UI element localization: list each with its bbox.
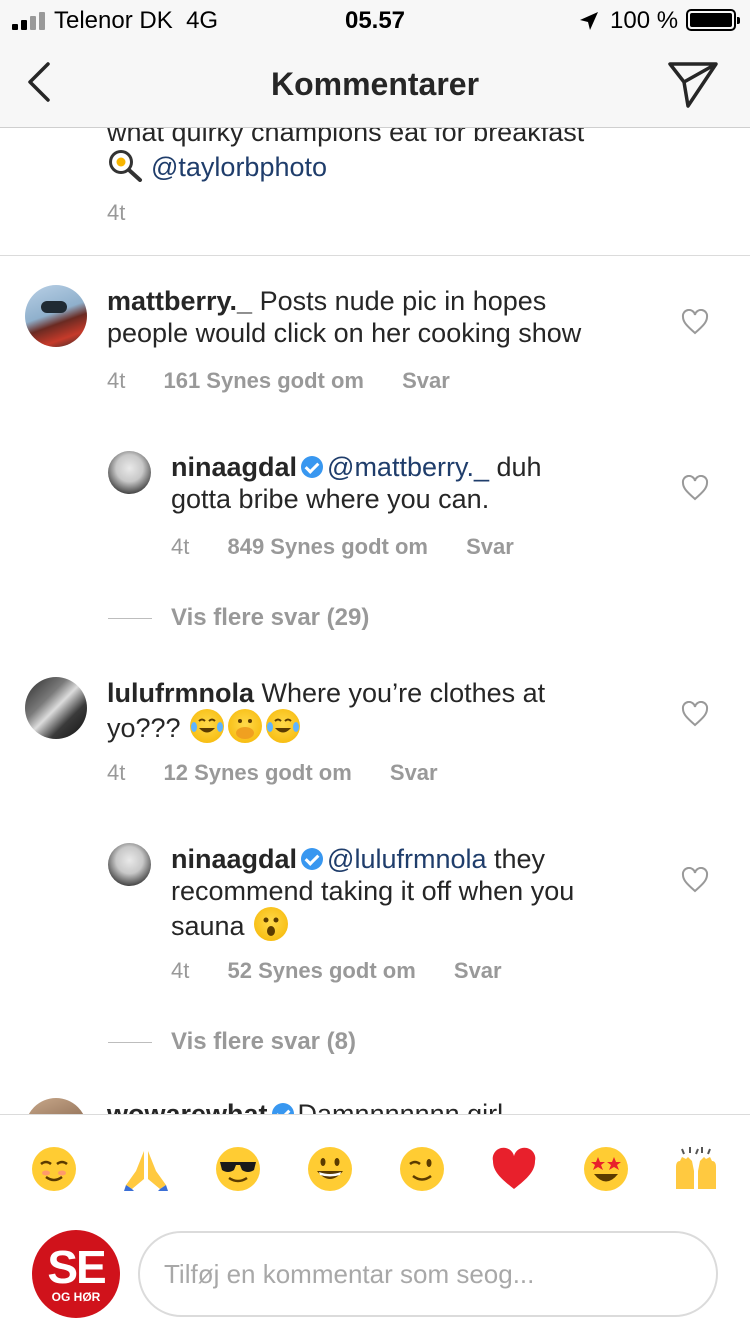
reply-text-line-2: recommend taking it off when you: [171, 876, 575, 906]
reply-text-line-3: sauna: [171, 907, 671, 942]
reply-text: ninaagdal @mattberry._ duh: [171, 452, 542, 482]
likes-count[interactable]: 12 Synes godt om: [163, 760, 351, 785]
star-struck-icon[interactable]: [582, 1145, 630, 1193]
caption-line-2: @taylorbphoto: [107, 148, 727, 183]
tears-of-joy-icon: [190, 709, 225, 743]
reply-button[interactable]: Svar: [402, 368, 450, 393]
raising-hands-icon[interactable]: [672, 1145, 720, 1193]
comment-text: mattberry._ Posts nude pic in hopes: [107, 286, 547, 316]
view-more-replies-button[interactable]: Vis flere svar (8): [171, 1028, 356, 1056]
grinning-face-icon[interactable]: [306, 1145, 354, 1193]
heart-icon[interactable]: [681, 701, 709, 727]
frying-pan-egg-icon: [109, 150, 142, 182]
divider: [0, 255, 750, 256]
page-title: Kommentarer: [270, 66, 480, 102]
caption-meta: 4t: [107, 200, 126, 225]
winking-face-icon[interactable]: [398, 1145, 446, 1193]
comment-text-line-2: yo???: [107, 709, 667, 744]
comment-username[interactable]: mattberry._: [107, 286, 252, 316]
folded-hands-icon[interactable]: [122, 1145, 170, 1193]
verified-badge-icon: [301, 848, 324, 870]
heart-icon[interactable]: [681, 309, 709, 335]
comment-username[interactable]: wowarewhat: [107, 1099, 268, 1114]
avatar[interactable]: [25, 677, 87, 739]
comment-input[interactable]: [138, 1231, 718, 1317]
view-more-replies-button[interactable]: Vis flere svar (29): [171, 604, 369, 632]
avatar-logo-subtext: OG HØR: [51, 1290, 101, 1304]
battery-icon: [686, 9, 740, 31]
reply-username[interactable]: ninaagdal: [171, 452, 297, 482]
reply-text-line-2: gotta bribe where you can.: [171, 484, 490, 514]
avatar[interactable]: SE OG HØR: [32, 1230, 120, 1318]
reply-mention[interactable]: @mattberry._: [327, 452, 489, 482]
emoji-quick-bar: [0, 1114, 750, 1222]
tears-of-joy-icon: [266, 709, 301, 743]
status-bar: Telenor DK 4G 05.57 100 %: [0, 0, 750, 40]
verified-badge-icon: [301, 456, 324, 478]
sunglasses-face-icon[interactable]: [214, 1145, 262, 1193]
avatar[interactable]: [108, 843, 151, 886]
comment-meta: 4t 12 Synes godt om Svar: [107, 760, 438, 785]
comment-username[interactable]: lulufrmnola: [107, 678, 254, 708]
reply-button[interactable]: Svar: [454, 958, 502, 983]
avatar[interactable]: [25, 285, 87, 347]
nav-bar: Kommentarer: [0, 40, 750, 128]
caption-text: what quirky champions eat for breakfast: [107, 128, 585, 147]
reply-button[interactable]: Svar: [390, 760, 438, 785]
heart-icon[interactable]: [681, 475, 709, 501]
reply-button[interactable]: Svar: [466, 534, 514, 559]
divider: [108, 1042, 152, 1043]
comment-text: wowarewhat Damnnnnnnn girl: [107, 1098, 667, 1114]
reply-text: ninaagdal @lulufrmnola they: [171, 844, 546, 874]
reply-meta: 4t 849 Synes godt om Svar: [171, 534, 514, 559]
likes-count[interactable]: 849 Synes godt om: [227, 534, 428, 559]
location-arrow-icon: [580, 12, 598, 30]
caption-mention[interactable]: @taylorbphoto: [151, 152, 327, 182]
reply-mention[interactable]: @lulufrmnola: [327, 844, 486, 874]
battery-percent: 100 %: [610, 7, 679, 34]
avatar[interactable]: [108, 451, 151, 494]
hand-over-mouth-icon: [228, 709, 263, 743]
comment-text: lulufrmnola Where you’re clothes at: [107, 678, 546, 708]
comment-meta: 4t 161 Synes godt om Svar: [107, 368, 450, 393]
comments-list[interactable]: what quirky champions eat for breakfast …: [0, 128, 750, 1114]
hushed-face-icon: [254, 907, 289, 941]
avatar-logo-text: SE: [47, 1241, 106, 1293]
smiling-face-icon[interactable]: [30, 1145, 78, 1193]
divider: [108, 618, 152, 619]
likes-count[interactable]: 161 Synes godt om: [163, 368, 364, 393]
paper-plane-icon[interactable]: [666, 58, 720, 112]
avatar[interactable]: [25, 1098, 87, 1114]
reply-username[interactable]: ninaagdal: [171, 844, 297, 874]
comment-text-line-2: people would click on her cooking show: [107, 318, 582, 348]
likes-count[interactable]: 52 Synes godt om: [227, 958, 415, 983]
verified-badge-icon: [271, 1103, 294, 1114]
comment-composer: SE OG HØR: [0, 1222, 750, 1334]
reply-meta: 4t 52 Synes godt om Svar: [171, 958, 502, 983]
heart-icon[interactable]: [681, 867, 709, 893]
red-heart-icon[interactable]: [490, 1145, 538, 1193]
